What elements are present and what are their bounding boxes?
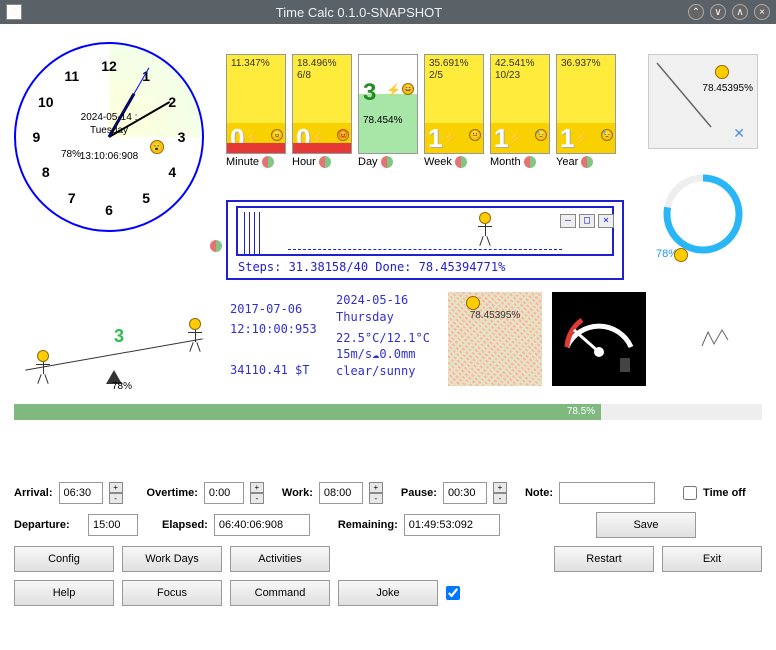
period-minute: 11.347% 0⚡ 😠 Minute bbox=[226, 54, 286, 168]
pause-input[interactable] bbox=[443, 482, 487, 504]
workdays-button[interactable]: Work Days bbox=[122, 546, 222, 572]
overtime-up[interactable]: + bbox=[250, 482, 264, 493]
info-column-2: 2024-05-16 Thursday 22.5°C/12.1°C 15m/s☁… bbox=[336, 292, 430, 380]
sweat-icon: 😓 bbox=[535, 129, 547, 141]
joke-checkbox[interactable] bbox=[446, 586, 460, 600]
period-month: 42.541% 10/23 1⚡ 😓 Month bbox=[490, 54, 550, 168]
pause-label: Pause: bbox=[401, 487, 437, 499]
info-column-1: 2017-07-06 12:10:00:953 34110.41 $T bbox=[230, 299, 317, 381]
smiley-icon bbox=[674, 248, 688, 262]
config-button[interactable]: Config bbox=[14, 546, 114, 572]
period-week: 35.691% 2/5 1⚡ 😐 Week bbox=[424, 54, 484, 168]
focus-button[interactable]: Focus bbox=[122, 580, 222, 606]
progress-bar: 78.5% bbox=[14, 404, 762, 420]
neutral-icon: 😓 bbox=[601, 129, 613, 141]
window-shade[interactable]: ⌃ bbox=[688, 4, 704, 20]
arrival-input[interactable] bbox=[59, 482, 103, 504]
period-day: 3 ⚡😄 78.454% Day bbox=[358, 54, 418, 168]
steps-box: – □ × Steps: 31.38158/40 Done: 78.453947… bbox=[226, 200, 624, 280]
departure-label: Departure: bbox=[14, 519, 82, 531]
angry-icon: 😠 bbox=[271, 129, 283, 141]
pause-down[interactable]: - bbox=[493, 493, 507, 504]
pause-up[interactable]: + bbox=[493, 482, 507, 493]
arrival-down[interactable]: - bbox=[109, 493, 123, 504]
window-title: Time Calc 0.1.0-SNAPSHOT bbox=[30, 5, 688, 20]
neutral-icon: 😐 bbox=[469, 129, 481, 141]
stick-figure-icon bbox=[476, 212, 494, 250]
sparkline bbox=[700, 324, 730, 354]
activities-button[interactable]: Activities bbox=[230, 546, 330, 572]
clock-date: 2024-05-14 : Tuesday bbox=[81, 112, 138, 136]
smiley-icon bbox=[466, 296, 480, 310]
work-input[interactable] bbox=[319, 482, 363, 504]
window-close[interactable]: × bbox=[754, 4, 770, 20]
note-input[interactable] bbox=[559, 482, 655, 504]
progress-fill: 78.5% bbox=[14, 404, 601, 420]
clock-time: 13:10:06:908 bbox=[80, 151, 138, 162]
smiley-icon bbox=[715, 65, 729, 79]
elapsed-input[interactable] bbox=[214, 514, 310, 536]
overtime-input[interactable] bbox=[204, 482, 244, 504]
max-icon[interactable]: □ bbox=[579, 214, 595, 228]
period-row: 11.347% 0⚡ 😠 Minute 18.496% 6/8 0⚡ 😡 Hou… bbox=[226, 54, 616, 168]
seesaw: 3 78% bbox=[14, 304, 214, 394]
smiley-icon: 😄 bbox=[402, 83, 414, 95]
stick-figure-icon bbox=[186, 318, 204, 356]
steps-text: Steps: 31.38158/40 Done: 78.45394771% bbox=[238, 260, 505, 274]
stick-figure-icon bbox=[34, 350, 52, 388]
departure-input[interactable] bbox=[88, 514, 138, 536]
window-min[interactable]: ∨ bbox=[710, 4, 726, 20]
app-icon: ⏱ bbox=[6, 4, 22, 20]
analog-clock: 12 1 2 3 4 5 6 7 8 9 10 11 2024-05-14 : … bbox=[14, 42, 214, 252]
period-year: 36.937% 1⚡ 😓 Year bbox=[556, 54, 616, 168]
work-down[interactable]: - bbox=[369, 493, 383, 504]
remaining-input[interactable] bbox=[404, 514, 500, 536]
note-label: Note: bbox=[525, 487, 553, 499]
close-icon[interactable]: × bbox=[598, 214, 614, 228]
elapsed-label: Elapsed: bbox=[162, 519, 208, 531]
exit-button[interactable]: Exit bbox=[662, 546, 762, 572]
help-button[interactable]: Help bbox=[14, 580, 114, 606]
work-up[interactable]: + bbox=[369, 482, 383, 493]
command-button[interactable]: Command bbox=[230, 580, 330, 606]
timeoff-label: Time off bbox=[703, 487, 746, 499]
arrival-up[interactable]: + bbox=[109, 482, 123, 493]
save-button[interactable]: Save bbox=[596, 512, 696, 538]
titlebar: ⏱ Time Calc 0.1.0-SNAPSHOT ⌃ ∨ ∧ × bbox=[0, 0, 776, 24]
period-hour: 18.496% 6/8 0⚡ 😡 Hour bbox=[292, 54, 352, 168]
close-x-icon: ✕ bbox=[733, 125, 745, 142]
fuel-gauge bbox=[552, 292, 646, 386]
timeoff-checkbox[interactable] bbox=[683, 486, 697, 500]
window-max[interactable]: ∧ bbox=[732, 4, 748, 20]
arc-chart: 78% bbox=[648, 164, 758, 264]
work-label: Work: bbox=[282, 487, 313, 499]
clock-percent: 78% bbox=[61, 149, 81, 160]
smiley-icon: 😮 bbox=[150, 140, 164, 154]
overtime-down[interactable]: - bbox=[250, 493, 264, 504]
arrival-label: Arrival: bbox=[14, 487, 53, 499]
min-icon[interactable]: – bbox=[560, 214, 576, 228]
angry-icon: 😡 bbox=[337, 129, 349, 141]
restart-button[interactable]: Restart bbox=[554, 546, 654, 572]
noise-image: 78.45395% bbox=[448, 292, 542, 386]
remaining-label: Remaining: bbox=[338, 519, 398, 531]
pie-dot-icon bbox=[210, 240, 222, 252]
corner-chart: 78.45395% ✕ bbox=[648, 54, 758, 149]
overtime-label: Overtime: bbox=[147, 487, 198, 499]
joke-button[interactable]: Joke bbox=[338, 580, 438, 606]
